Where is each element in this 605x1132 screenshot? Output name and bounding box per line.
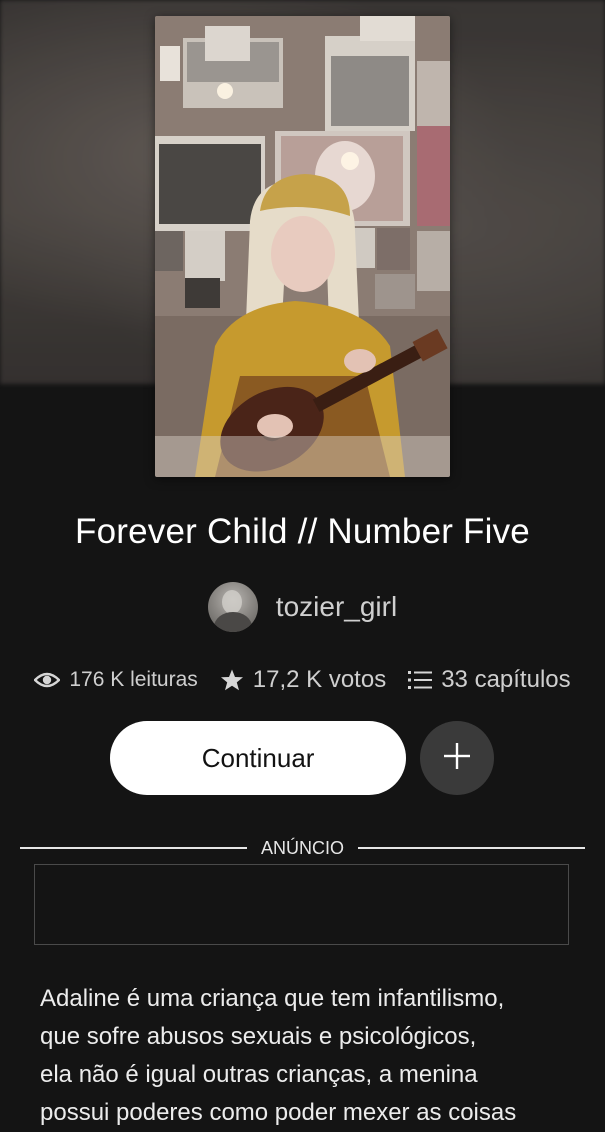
ad-divider-line-right — [358, 847, 586, 849]
chapters-stat[interactable]: 33 capítulos — [408, 666, 571, 694]
add-to-library-button[interactable] — [420, 721, 494, 795]
author-row[interactable]: tozier_girl — [0, 580, 605, 634]
description-line: ela não é igual outras crianças, a menin… — [40, 1061, 478, 1088]
description-line: possui poderes como poder mexer as coisa… — [40, 1099, 517, 1126]
ad-label: ANÚNCIO — [261, 837, 345, 858]
story-description: Adaline é uma criança que tem infantilis… — [40, 980, 580, 1132]
chapters-count[interactable]: 33 capítulos — [441, 666, 570, 694]
author-avatar[interactable] — [207, 582, 258, 632]
ad-divider-line-left — [20, 847, 247, 849]
reads-stat: 176 K leituras — [34, 668, 198, 692]
votes-count: 17,2 K votos — [252, 666, 387, 693]
author-name[interactable]: tozier_girl — [276, 591, 397, 623]
star-icon — [220, 668, 244, 692]
story-stats: 176 K leituras 17,2 K votos 33 capítulos — [0, 660, 605, 700]
ad-divider: ANÚNCIO — [20, 836, 586, 860]
continue-reading-button[interactable]: Continuar — [110, 721, 407, 795]
ad-placeholder[interactable] — [34, 864, 569, 945]
story-title: Forever Child // Number Five — [75, 512, 530, 551]
votes-stat: 17,2 K votos — [220, 666, 386, 694]
eye-icon — [34, 670, 61, 690]
description-line: Adaline é uma criança que tem infantilis… — [40, 985, 505, 1012]
story-cover-image[interactable] — [155, 16, 450, 477]
reads-count: 176 K leituras — [69, 668, 198, 691]
description-line: que sofre abusos sexuais e psicológicos, — [40, 1023, 477, 1050]
story-actions: Continuar — [110, 720, 494, 796]
list-icon — [408, 670, 433, 690]
plus-icon — [442, 741, 472, 776]
